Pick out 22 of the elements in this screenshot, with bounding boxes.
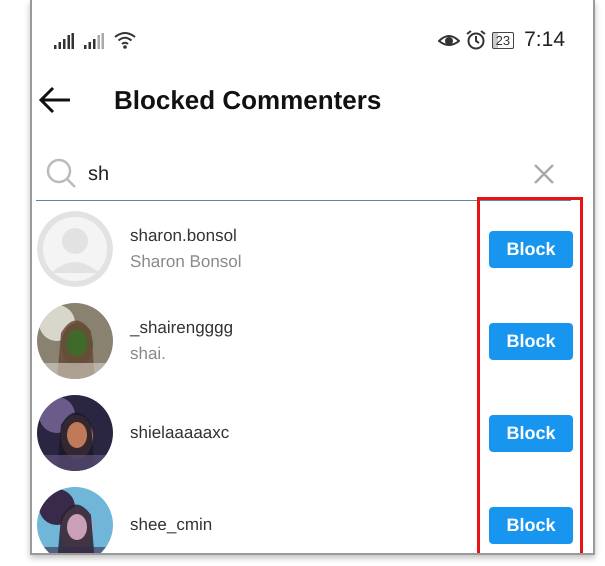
username: shielaaaaaxc	[130, 423, 230, 443]
block-button[interactable]: Block	[489, 230, 573, 268]
full-name: Sharon Bonsol	[130, 252, 243, 272]
back-arrow-icon[interactable]	[38, 85, 72, 115]
eye-icon	[438, 32, 460, 48]
search-icon	[46, 158, 78, 190]
wifi-icon	[114, 31, 136, 49]
search-field[interactable]: sh	[88, 162, 533, 186]
default-avatar-icon	[37, 211, 113, 287]
username: shee_cmin	[130, 515, 214, 535]
block-button[interactable]: Block	[489, 322, 573, 360]
signal-icon	[84, 33, 104, 49]
signal-icon	[54, 33, 74, 49]
username: sharon.bonsol	[130, 226, 238, 246]
username: _shairengggg	[130, 318, 234, 338]
page-title: Blocked Commenters	[114, 84, 382, 116]
battery-level: 23	[492, 32, 514, 48]
block-button[interactable]: Block	[489, 506, 573, 544]
alarm-icon	[466, 30, 486, 50]
clock-time: 7:14	[524, 28, 565, 52]
block-button[interactable]: Block	[489, 414, 573, 452]
full-name: shai.	[130, 344, 167, 364]
